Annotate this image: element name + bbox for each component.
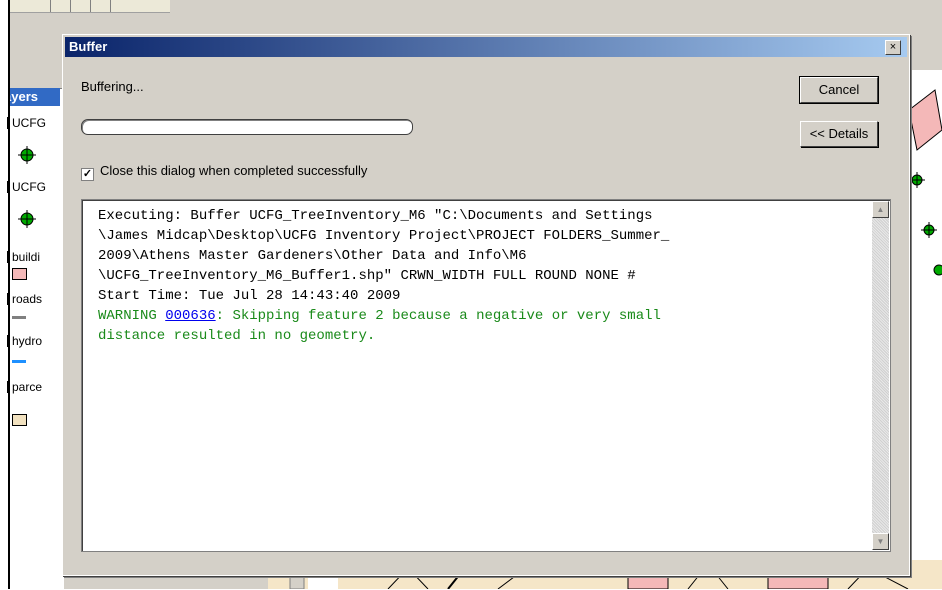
log-line: \UCFG_TreeInventory_M6_Buffer1.shp" CRWN… [98, 268, 636, 284]
tree-point-icon [921, 222, 937, 238]
close-when-done-row[interactable]: ✓ Close this dialog when completed succes… [81, 163, 367, 181]
tree-point-icon [909, 172, 925, 188]
dialog-title: Buffer [69, 39, 108, 54]
layer-parcels-label[interactable]: parce [6, 380, 42, 394]
warning-prefix: WARNING [98, 308, 166, 324]
parcels-symbol-icon [12, 414, 27, 426]
log-line: Start Time: Tue Jul 28 14:43:40 2009 [98, 288, 401, 304]
cancel-button[interactable]: Cancel [799, 76, 879, 104]
toolbar-strip [10, 0, 170, 13]
progress-bar [81, 119, 413, 135]
warning-line: WARNING 000636: Skipping feature 2 becau… [98, 306, 848, 326]
dialog-titlebar[interactable]: Buffer × [65, 37, 907, 57]
layer-buildings-label[interactable]: buildi [6, 250, 40, 264]
hydro-symbol-icon [12, 360, 26, 363]
close-when-done-checkbox[interactable]: ✓ [81, 168, 94, 181]
log-text: Executing: Buffer UCFG_TreeInventory_M6 … [98, 206, 848, 346]
scroll-up-icon[interactable]: ▲ [872, 201, 889, 218]
layer-ucfg-1-label[interactable]: UCFG [7, 116, 46, 130]
tree-point-icon [18, 146, 36, 164]
layer-hydro-label[interactable]: hydro [6, 334, 42, 348]
log-scrollbar[interactable]: ▲ ▼ [872, 201, 889, 550]
roads-symbol-icon [12, 316, 26, 319]
tree-point-icon [18, 210, 36, 228]
warning-message: : Skipping feature 2 because a negative … [215, 308, 661, 324]
close-icon[interactable]: × [885, 40, 901, 55]
warning-line-2: distance resulted in no geometry. [98, 328, 376, 344]
log-line: \James Midcap\Desktop\UCFG Inventory Pro… [98, 228, 670, 244]
scroll-down-icon[interactable]: ▼ [872, 533, 889, 550]
buffer-dialog: Buffer × Buffering... Cancel << Details … [62, 34, 910, 576]
tree-point-icon [933, 264, 942, 276]
details-button[interactable]: << Details [800, 121, 878, 147]
layers-tab[interactable]: ayers [10, 88, 60, 106]
messages-textbox[interactable]: Executing: Buffer UCFG_TreeInventory_M6 … [81, 199, 891, 552]
log-line: 2009\Athens Master Gardeners\Other Data … [98, 248, 527, 264]
status-text: Buffering... [81, 79, 144, 94]
buildings-symbol-icon [12, 268, 27, 280]
log-line: Executing: Buffer UCFG_TreeInventory_M6 … [98, 208, 653, 224]
close-when-done-label: Close this dialog when completed success… [100, 163, 368, 178]
layer-roads-label[interactable]: roads [6, 292, 42, 306]
layer-ucfg-2-label[interactable]: UCFG [7, 180, 46, 194]
warning-code-link[interactable]: 000636 [165, 308, 215, 324]
map-view-right[interactable] [905, 70, 942, 589]
